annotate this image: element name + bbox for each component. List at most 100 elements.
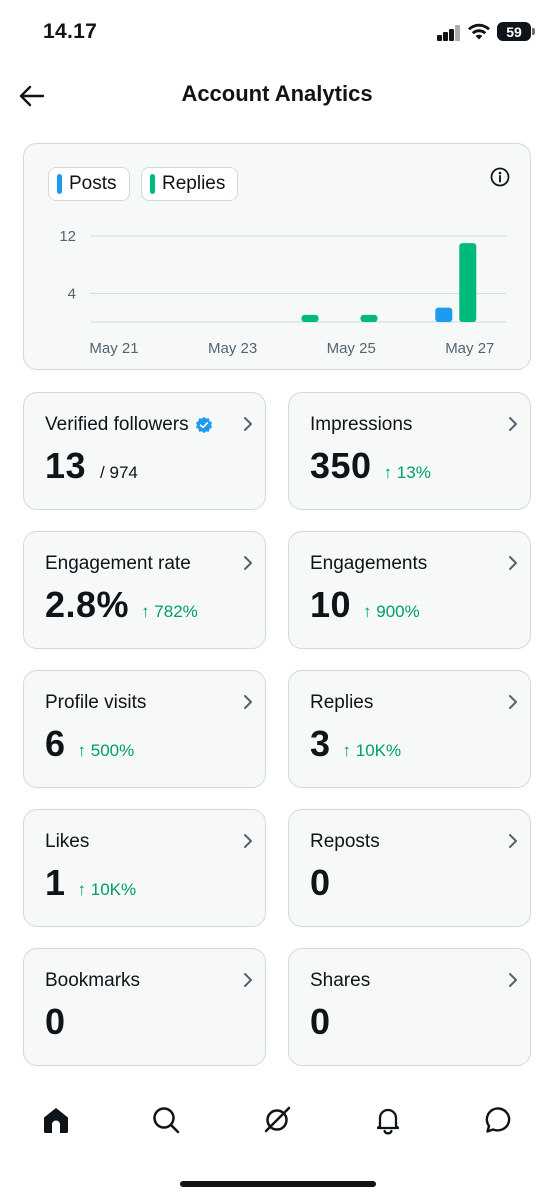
nav-grok[interactable] [259,1102,295,1138]
chevron-right-icon [244,417,252,431]
stat-change: ↑ 10K% [77,880,137,899]
stat-label-text: Verified followers [45,414,189,435]
chevron-right-icon [244,834,252,848]
chevron-right-icon [509,556,517,570]
stat-card-bookmarks[interactable]: Bookmarks 0 [23,948,266,1066]
stat-value: 0 [45,1001,66,1042]
home-icon [44,1108,68,1133]
stat-value: 6 [45,723,66,764]
stat-card-engagements[interactable]: Engagements 10 ↑ 900% [288,531,531,649]
stat-value: 2.8% [45,584,130,625]
stat-label-text: Engagements [310,553,428,574]
x-tick-label: May 21 [89,340,138,357]
chevron-right-icon [244,556,252,570]
stat-card-profile-visits[interactable]: Profile visits 6 ↑ 500% [23,670,266,788]
stat-card-reposts[interactable]: Reposts 0 [288,809,531,927]
x-tick-label: May 23 [208,340,257,357]
stat-label-text: Reposts [310,831,380,852]
bar-chart: 12 4 May 21 May 23 May 25 May 27 [59,228,506,357]
stat-change: ↑ 900% [363,602,420,621]
activity-chart-card: Posts Replies 12 4 May 21 May 23 May 25 May 2… [23,143,531,370]
stat-value: 350 [310,445,372,486]
stat-row: 13 / 974 [45,445,138,487]
stat-change: ↑ 10K% [342,741,402,760]
stat-card-replies[interactable]: Replies 3 ↑ 10K% [288,670,531,788]
stat-label: Engagement rate [45,553,191,575]
stat-label-text: Bookmarks [45,970,141,991]
stat-row: 350 ↑ 13% [310,445,431,487]
stat-label: Likes [45,831,89,853]
bar-posts-may-27 [435,307,453,322]
chevron-right-icon [509,695,517,709]
stat-change: ↑ 500% [77,741,135,760]
x-tick-label: May 25 [327,340,376,357]
stat-label: Profile visits [45,692,146,714]
stat-value: 0 [310,1001,331,1042]
stat-row: 6 ↑ 500% [45,723,134,765]
stat-card-verified-followers[interactable]: Verified followers 13 / 974 [23,392,266,510]
stat-card-shares[interactable]: Shares 0 [288,948,531,1066]
stat-label-text: Shares [310,970,371,991]
stat-row: 10 ↑ 900% [310,584,420,626]
chevron-right-icon [509,417,517,431]
stat-row: 0 [310,1001,331,1043]
stat-label-text: Replies [310,692,374,713]
stat-row: 3 ↑ 10K% [310,723,401,765]
header: Account Analytics [0,68,554,122]
stat-row: 0 [310,862,331,904]
cellular-signal-icon [437,25,461,41]
stat-value: 1 [45,862,66,903]
y-tick-label: 4 [68,285,76,302]
stat-row: 2.8% ↑ 782% [45,584,198,626]
page-title: Account Analytics [181,81,373,106]
wifi-icon [468,23,490,40]
bar-replies-may-27 [459,243,477,322]
stat-value: 10 [310,584,352,625]
stat-label: Impressions [310,414,412,436]
chevron-right-icon [509,834,517,848]
home-indicator [180,1181,376,1187]
stat-card-likes[interactable]: Likes 1 ↑ 10K% [23,809,266,927]
stat-label: Verified followers [45,414,213,436]
bottom-nav [0,1090,554,1150]
bar-replies-may-24 [301,314,319,322]
stat-label: Shares [310,970,370,992]
battery-icon: 59 [497,22,531,41]
y-tick-label: 12 [59,228,76,245]
chat-bubble-icon [485,1107,511,1133]
stat-label: Engagements [310,553,427,575]
stat-label-text: Impressions [310,414,413,435]
stat-value: 13 [45,445,87,486]
stat-label-text: Likes [45,831,90,852]
stat-label-text: Profile visits [45,692,147,713]
bar-replies-may-25 [360,314,378,322]
nav-home[interactable] [38,1102,74,1138]
status-time: 14.17 [43,20,98,43]
battery-tip [532,28,535,35]
nav-notifications[interactable] [370,1102,406,1138]
stat-card-engagement-rate[interactable]: Engagement rate 2.8% ↑ 782% [23,531,266,649]
stat-value: 0 [310,862,331,903]
status-bar: 14.17 59 [0,0,554,62]
stat-label: Bookmarks [45,970,140,992]
stat-card-impressions[interactable]: Impressions 350 ↑ 13% [288,392,531,510]
chevron-right-icon [244,695,252,709]
verified-badge-icon [195,416,212,434]
stat-value: 3 [310,723,331,764]
grok-icon [264,1106,291,1133]
stat-change: ↑ 782% [141,602,198,621]
nav-search[interactable] [148,1102,184,1138]
stat-row: 1 ↑ 10K% [45,862,136,904]
stat-row: 0 [45,1001,66,1043]
search-icon [153,1107,180,1134]
stat-total: / 974 [100,463,138,482]
bell-icon [376,1108,400,1135]
stat-label-text: Engagement rate [45,553,191,574]
chevron-right-icon [244,973,252,987]
x-tick-label: May 27 [445,340,494,357]
stat-label: Reposts [310,831,380,853]
stat-label: Replies [310,692,373,714]
chevron-right-icon [509,973,517,987]
stat-change: ↑ 13% [383,463,431,482]
nav-messages[interactable] [481,1102,517,1138]
